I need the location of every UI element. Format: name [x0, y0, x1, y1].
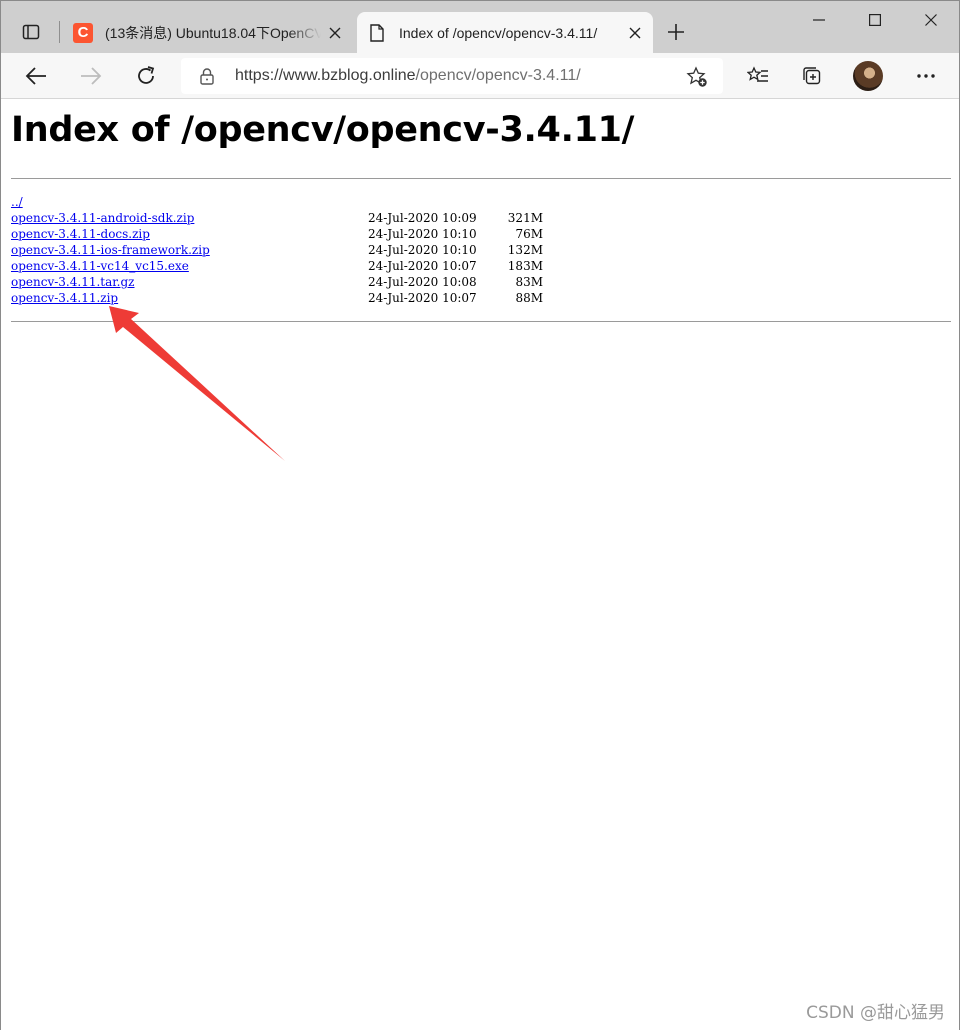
url-text[interactable]: https://www.bzblog.online/opencv/opencv-…	[235, 67, 581, 85]
profile-avatar[interactable]	[853, 61, 883, 91]
file-link[interactable]: opencv-3.4.11-ios-framework.zip	[11, 243, 210, 257]
address-bar[interactable]: https://www.bzblog.online/opencv/opencv-…	[181, 58, 723, 94]
file-date: 24-Jul-2020 10:09	[368, 211, 477, 225]
file-date: 24-Jul-2020 10:10	[368, 243, 477, 257]
page-content: Index of /opencv/opencv-3.4.11/ ../ open…	[1, 100, 959, 1030]
watermark: CSDN @甜心猛男	[806, 1003, 945, 1023]
new-tab-plus-icon[interactable]	[661, 17, 691, 47]
tab-actions-icon[interactable]	[11, 15, 51, 49]
file-link-opencv-zip[interactable]: opencv-3.4.11.zip	[11, 291, 118, 305]
file-date: 24-Jul-2020 10:08	[368, 275, 477, 289]
tab-csdn[interactable]: C (13条消息) Ubuntu18.04下OpenCV	[63, 12, 353, 53]
file-link[interactable]: opencv-3.4.11-vc14_vc15.exe	[11, 259, 189, 273]
forward-arrow-icon[interactable]	[74, 59, 108, 93]
tab-separator	[59, 21, 60, 43]
more-menu-icon[interactable]	[909, 59, 943, 93]
csdn-favicon-icon: C	[73, 22, 93, 43]
file-link[interactable]: opencv-3.4.11-android-sdk.zip	[11, 211, 194, 225]
minimize-icon[interactable]	[791, 1, 847, 39]
divider	[11, 321, 951, 322]
page-title: Index of /opencv/opencv-3.4.11/	[11, 110, 635, 150]
file-size: 321M	[507, 211, 543, 225]
close-tab-icon[interactable]	[321, 19, 349, 47]
tab-index-of-opencv[interactable]: Index of /opencv/opencv-3.4.11/	[357, 12, 653, 53]
close-tab-icon[interactable]	[621, 19, 649, 47]
browser-toolbar: https://www.bzblog.online/opencv/opencv-…	[1, 53, 959, 99]
file-size: 76M	[515, 227, 543, 241]
divider	[11, 178, 951, 179]
browser-window: C (13条消息) Ubuntu18.04下OpenCV Index of /o…	[0, 0, 960, 1030]
file-size: 83M	[515, 275, 543, 289]
page-icon	[367, 23, 387, 43]
tab-title: Index of /opencv/opencv-3.4.11/	[399, 24, 598, 41]
lock-icon[interactable]	[199, 67, 215, 89]
tab-title: (13条消息) Ubuntu18.04下OpenCV	[105, 24, 322, 41]
file-date: 24-Jul-2020 10:10	[368, 227, 477, 241]
file-date: 24-Jul-2020 10:07	[368, 259, 477, 273]
file-size: 132M	[507, 243, 543, 257]
file-size: 183M	[507, 259, 543, 273]
file-link[interactable]: opencv-3.4.11.tar.gz	[11, 275, 135, 289]
favorites-list-icon[interactable]	[741, 59, 775, 93]
back-arrow-icon[interactable]	[19, 59, 53, 93]
file-link[interactable]: opencv-3.4.11-docs.zip	[11, 227, 150, 241]
close-window-icon[interactable]	[903, 1, 959, 39]
add-favorite-star-icon[interactable]	[686, 66, 708, 92]
maximize-icon[interactable]	[847, 1, 903, 39]
collections-icon[interactable]	[795, 59, 829, 93]
file-size: 88M	[515, 291, 543, 305]
parent-directory-link[interactable]: ../	[11, 195, 23, 209]
file-date: 24-Jul-2020 10:07	[368, 291, 477, 305]
tab-strip: C (13条消息) Ubuntu18.04下OpenCV Index of /o…	[1, 1, 959, 53]
refresh-icon[interactable]	[129, 59, 163, 93]
